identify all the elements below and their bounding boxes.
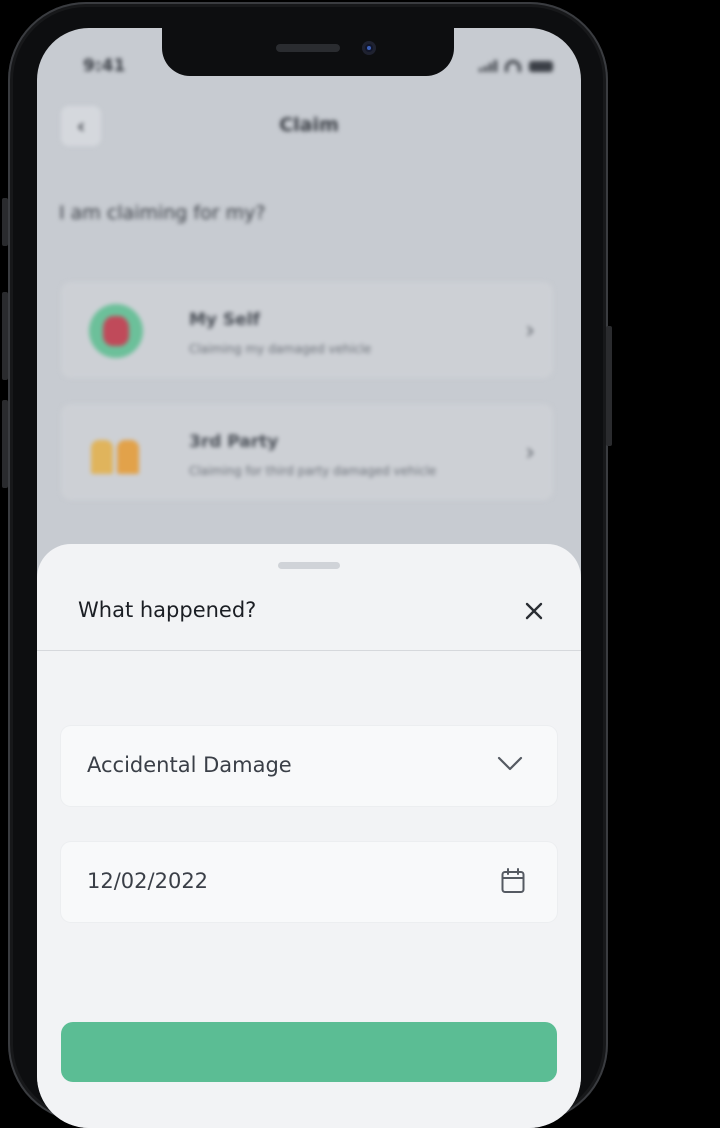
claim-question: I am claiming for my?: [59, 202, 266, 224]
speaker: [276, 44, 340, 52]
calendar-icon[interactable]: [501, 868, 525, 894]
chevron-right-icon: ›: [525, 438, 535, 466]
people-icon: [89, 434, 143, 474]
incident-date-field[interactable]: 12/02/2022: [61, 842, 557, 922]
page-title: Claim: [279, 114, 339, 136]
close-button[interactable]: [519, 596, 549, 626]
option-subtitle: Claiming my damaged vehicle: [189, 342, 372, 356]
chevron-right-icon: ›: [525, 316, 535, 344]
phone-notch: [162, 28, 454, 76]
option-my-self[interactable]: My Self Claiming my damaged vehicle ›: [61, 282, 553, 378]
continue-button[interactable]: [61, 1022, 557, 1082]
phone-side-button: [2, 292, 8, 380]
screen: 9:41 ‹ Claim I am claiming for my? My Se…: [37, 28, 581, 1128]
option-subtitle: Claiming for third party damaged vehicle: [189, 464, 437, 478]
sheet-title: What happened?: [78, 598, 257, 622]
status-icons: [479, 60, 553, 72]
close-icon: [525, 602, 543, 620]
phone-side-button: [606, 326, 612, 446]
phone-side-button: [2, 198, 8, 246]
option-3rd-party[interactable]: 3rd Party Claiming for third party damag…: [61, 404, 553, 500]
option-title: 3rd Party: [189, 432, 279, 452]
signal-icon: [479, 60, 497, 72]
wifi-icon: [505, 60, 521, 72]
option-title: My Self: [189, 310, 260, 330]
avatar-icon: [89, 304, 143, 358]
battery-icon: [529, 61, 553, 72]
incident-type-value: Accidental Damage: [87, 753, 292, 777]
camera-icon: [362, 41, 376, 55]
incident-type-select[interactable]: Accidental Damage: [61, 726, 557, 806]
phone-side-button: [2, 400, 8, 488]
divider: [37, 650, 581, 651]
status-time: 9:41: [83, 56, 126, 76]
chevron-down-icon: [497, 756, 523, 771]
incident-date-value: 12/02/2022: [87, 869, 209, 893]
sheet-drag-handle[interactable]: [278, 562, 340, 569]
header: ‹ Claim: [37, 106, 581, 150]
